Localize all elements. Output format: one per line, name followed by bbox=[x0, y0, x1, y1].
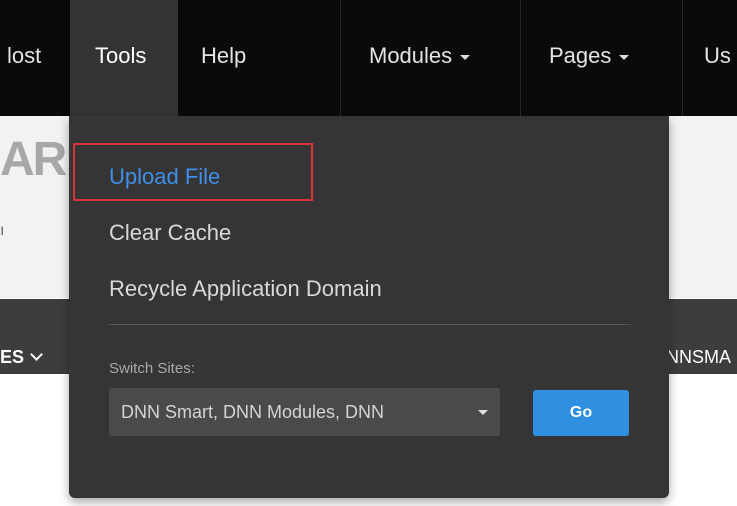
nav-help[interactable]: Help bbox=[201, 45, 246, 67]
go-button[interactable]: Go bbox=[533, 390, 629, 436]
site-menu-item[interactable]: ES bbox=[0, 347, 43, 368]
nav-tools[interactable]: Tools bbox=[95, 45, 146, 67]
divider bbox=[520, 0, 521, 116]
control-bar: lost Tools Help Modules Pages Us bbox=[0, 0, 737, 116]
divider bbox=[682, 0, 683, 116]
nav-users[interactable]: Us bbox=[704, 45, 731, 67]
site-menu-item-label: ES bbox=[0, 347, 25, 367]
site-select[interactable]: DNN Smart, DNN Modules, DNN bbox=[109, 388, 500, 436]
nav-pages-label: Pages bbox=[549, 43, 612, 68]
menu-divider bbox=[109, 324, 631, 325]
caret-down-icon bbox=[478, 409, 488, 415]
switch-sites-label: Switch Sites: bbox=[109, 360, 195, 377]
divider bbox=[340, 0, 341, 116]
nav-modules-label: Modules bbox=[369, 43, 453, 68]
menu-item-clear-cache[interactable]: Clear Cache bbox=[109, 222, 231, 244]
nav-modules[interactable]: Modules bbox=[369, 43, 471, 68]
chevron-down-icon bbox=[30, 348, 43, 361]
caret-down-icon bbox=[460, 54, 471, 60]
nav-pages[interactable]: Pages bbox=[549, 43, 630, 68]
menu-item-recycle-app-domain[interactable]: Recycle Application Domain bbox=[109, 278, 382, 300]
site-logo[interactable]: AR bbox=[0, 136, 67, 184]
site-menu-item-right[interactable]: NNSMA bbox=[666, 347, 731, 368]
site-logo-tagline: ı bbox=[0, 222, 5, 239]
upload-file-highlight bbox=[73, 143, 313, 201]
nav-host[interactable]: lost bbox=[7, 45, 41, 67]
site-select-value: DNN Smart, DNN Modules, DNN bbox=[121, 401, 385, 422]
caret-down-icon bbox=[619, 54, 630, 60]
